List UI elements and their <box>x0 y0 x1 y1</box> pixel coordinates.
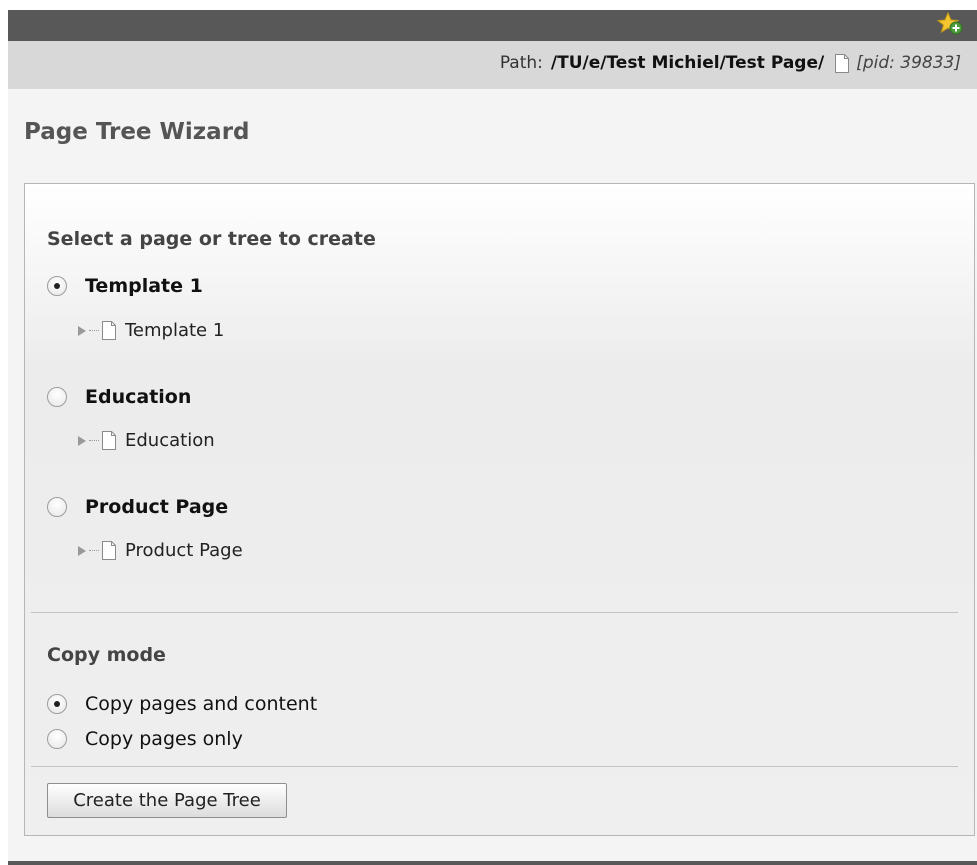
tree-expand-icon[interactable] <box>77 325 87 337</box>
template-tree-item[interactable]: Template 1 <box>77 320 224 341</box>
path-label: Path: <box>499 53 543 73</box>
template-tree-item[interactable]: Education <box>77 430 215 451</box>
section-divider <box>31 766 958 767</box>
copy-mode-pages-and-content[interactable]: Copy pages and content <box>47 693 317 715</box>
copy-mode-radio[interactable] <box>47 694 67 714</box>
page-icon <box>102 321 116 340</box>
template-option-product-page[interactable]: Product Page <box>47 496 228 518</box>
breadcrumb: Path: /TU/e/Test Michiel/Test Page/ [pid… <box>500 53 961 73</box>
template-radio[interactable] <box>47 387 67 407</box>
tree-connector <box>89 550 99 551</box>
page-id: [pid: 39833] <box>856 53 961 73</box>
page-icon <box>102 541 116 560</box>
page-icon <box>102 431 116 450</box>
page-icon[interactable] <box>834 53 850 73</box>
template-radio[interactable] <box>47 276 67 296</box>
template-option-education[interactable]: Education <box>47 386 191 408</box>
page-title: Page Tree Wizard <box>24 119 250 145</box>
tree-connector <box>89 440 99 441</box>
main-content: Page Tree Wizard Select a page or tree t… <box>8 89 977 862</box>
copy-mode-radio[interactable] <box>47 729 67 749</box>
path-bar: Path: /TU/e/Test Michiel/Test Page/ [pid… <box>8 41 977 89</box>
tree-expand-icon[interactable] <box>77 545 87 557</box>
bottom-edge <box>8 861 977 865</box>
tree-item-label: Education <box>125 430 215 451</box>
top-toolbar <box>8 10 977 41</box>
copy-mode-title: Copy mode <box>47 644 166 666</box>
section-divider <box>31 612 958 613</box>
copy-mode-pages-only[interactable]: Copy pages only <box>47 728 243 750</box>
wizard-panel: Select a page or tree to create Template… <box>24 183 975 836</box>
template-radio[interactable] <box>47 497 67 517</box>
tree-connector <box>89 330 99 331</box>
tree-item-label: Product Page <box>125 540 243 561</box>
template-option-label: Education <box>85 386 192 408</box>
tree-expand-icon[interactable] <box>77 435 87 447</box>
create-page-tree-button[interactable]: Create the Page Tree <box>47 783 287 818</box>
template-option-label: Product Page <box>85 496 229 518</box>
star-add-icon[interactable] <box>937 12 963 36</box>
path-value[interactable]: /TU/e/Test Michiel/Test Page/ <box>551 53 824 73</box>
template-tree-item[interactable]: Product Page <box>77 540 243 561</box>
tree-item-label: Template 1 <box>125 320 225 341</box>
template-option-label: Template 1 <box>85 275 203 297</box>
select-section-title: Select a page or tree to create <box>47 228 376 250</box>
copy-mode-label: Copy pages and content <box>85 693 318 715</box>
copy-mode-label: Copy pages only <box>85 728 243 750</box>
template-option-template-1[interactable]: Template 1 <box>47 275 203 297</box>
